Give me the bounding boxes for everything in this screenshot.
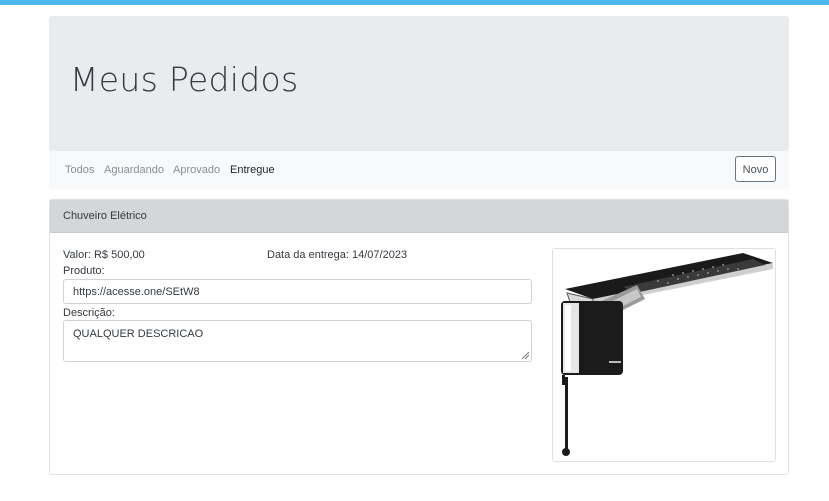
resize-handle-icon[interactable] bbox=[521, 351, 529, 359]
order-value: Valor: R$ 500,00 bbox=[63, 249, 145, 261]
nav-item-aguardando[interactable]: Aguardando bbox=[104, 164, 164, 176]
nav-item-aprovado[interactable]: Aprovado bbox=[173, 164, 220, 176]
description-label: Descrição: bbox=[63, 307, 115, 319]
description-text: QUALQUER DESCRICAO bbox=[73, 328, 204, 340]
product-label: Produto: bbox=[63, 265, 105, 277]
filter-navbar: Todos Aguardando Aprovado Entregue Novo bbox=[49, 151, 789, 189]
order-card: Chuveiro Elétrico Valor: R$ 500,00 Data … bbox=[49, 199, 789, 475]
top-accent-bar bbox=[0, 0, 829, 5]
order-delivery-date: Data da entrega: 14/07/2023 bbox=[267, 249, 408, 261]
nav-item-todos[interactable]: Todos bbox=[65, 164, 94, 176]
page-title: Meus Pedidos bbox=[70, 60, 299, 99]
description-textarea[interactable]: QUALQUER DESCRICAO bbox=[63, 320, 532, 362]
order-card-title: Chuveiro Elétrico bbox=[50, 200, 788, 233]
page-header: Meus Pedidos bbox=[49, 16, 789, 151]
product-link-field[interactable]: https://acesse.one/SEtW8 bbox=[63, 279, 532, 304]
nav-item-entregue[interactable]: Entregue bbox=[230, 164, 275, 176]
new-order-button[interactable]: Novo bbox=[735, 156, 776, 182]
product-image bbox=[552, 248, 776, 462]
electric-shower-icon bbox=[561, 253, 773, 456]
